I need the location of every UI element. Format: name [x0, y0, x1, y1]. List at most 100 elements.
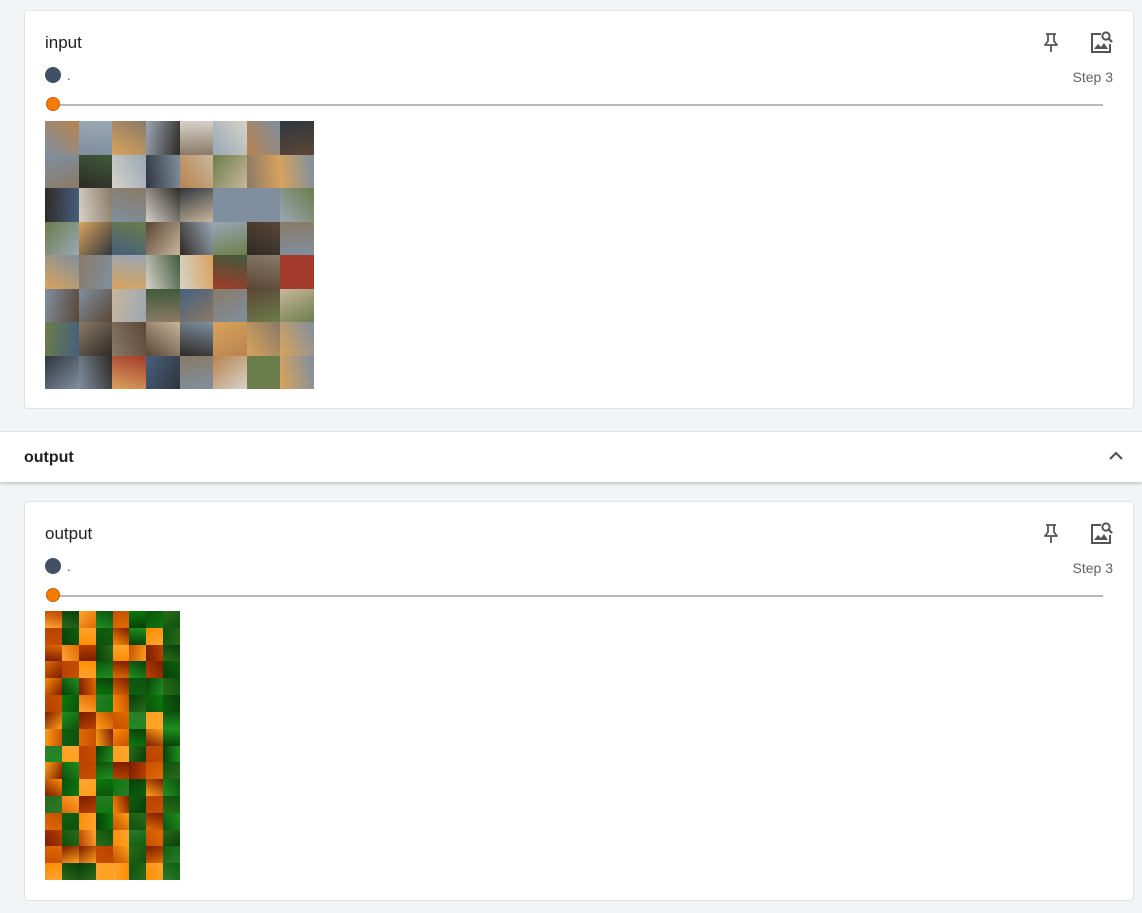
output-thumbnail: [146, 644, 164, 662]
output-thumbnail: [129, 728, 147, 746]
output-thumbnail: [163, 863, 180, 880]
card-title: output: [45, 524, 93, 543]
input-thumbnail: [246, 188, 281, 222]
output-thumbnail: [45, 728, 62, 746]
slider-track: [53, 104, 1103, 106]
output-thumbnail: [95, 695, 113, 712]
run-legend: .: [45, 558, 71, 574]
output-thumbnail: [45, 779, 62, 796]
input-thumbnail: [280, 322, 314, 356]
output-thumbnail: [112, 779, 130, 796]
input-thumbnail: [179, 288, 214, 322]
chevron-up-icon[interactable]: [1104, 444, 1128, 468]
input-thumbnail: [145, 322, 180, 356]
output-thumbnail: [95, 812, 113, 830]
input-thumbnail: [45, 221, 79, 255]
pin-button[interactable]: [1037, 29, 1065, 57]
card-title: input: [45, 33, 82, 52]
output-thumbnail: [45, 863, 62, 880]
input-thumbnail: [45, 322, 79, 356]
output-thumbnail: [78, 661, 96, 679]
input-thumbnail: [112, 355, 146, 389]
output-thumbnail: [163, 711, 180, 729]
input-thumbnail: [246, 322, 281, 356]
expand-image-button[interactable]: [1087, 29, 1115, 57]
output-thumbnail: [146, 661, 164, 679]
output-section-header[interactable]: output: [0, 431, 1142, 482]
input-thumbnail: [145, 221, 180, 255]
output-thumbnail: [61, 762, 79, 780]
output-thumbnail: [61, 711, 79, 729]
output-image-grid[interactable]: [45, 611, 180, 880]
output-thumbnail: [45, 745, 62, 763]
output-thumbnail: [129, 846, 147, 864]
output-thumbnail: [146, 779, 164, 796]
input-thumbnail: [213, 255, 247, 289]
output-thumbnail: [163, 795, 180, 813]
slider-thumb[interactable]: [46, 97, 60, 111]
output-thumbnail: [61, 627, 79, 645]
output-thumbnail: [95, 644, 113, 662]
input-thumbnail: [179, 355, 214, 389]
output-thumbnail: [129, 627, 147, 645]
input-thumbnail: [78, 355, 113, 389]
input-thumbnail: [145, 255, 180, 289]
input-thumbnail: [246, 255, 281, 289]
input-thumbnail: [213, 121, 247, 155]
output-thumbnail: [78, 695, 96, 712]
input-image-grid[interactable]: [45, 121, 314, 389]
output-thumbnail: [61, 611, 79, 628]
output-thumbnail: [95, 745, 113, 763]
pin-button[interactable]: [1037, 520, 1065, 548]
output-thumbnail: [112, 812, 130, 830]
output-thumbnail: [112, 829, 130, 847]
pin-icon: [1044, 33, 1058, 52]
output-thumbnail: [129, 644, 147, 662]
input-thumbnail: [246, 288, 281, 322]
input-thumbnail: [280, 121, 314, 155]
input-thumbnail: [179, 154, 214, 188]
output-thumbnail: [45, 812, 62, 830]
input-thumbnail: [112, 121, 146, 155]
output-thumbnail: [61, 812, 79, 830]
output-thumbnail: [61, 829, 79, 847]
input-thumbnail: [112, 221, 146, 255]
input-thumbnail: [280, 154, 314, 188]
output-thumbnail: [78, 779, 96, 796]
output-thumbnail: [78, 829, 96, 847]
output-thumbnail: [146, 695, 164, 712]
expand-image-button[interactable]: [1087, 520, 1115, 548]
output-thumbnail: [95, 711, 113, 729]
output-thumbnail: [61, 728, 79, 746]
input-thumbnail: [45, 154, 79, 188]
output-thumbnail: [61, 644, 79, 662]
run-name: .: [67, 558, 71, 574]
output-thumbnail: [146, 728, 164, 746]
input-thumbnail: [213, 221, 247, 255]
output-thumbnail: [78, 611, 96, 628]
output-thumbnail: [146, 745, 164, 763]
output-thumbnail: [146, 762, 164, 780]
output-thumbnail: [61, 695, 79, 712]
output-thumbnail: [129, 762, 147, 780]
output-thumbnail: [95, 728, 113, 746]
output-thumbnail: [61, 661, 79, 679]
output-thumbnail: [163, 661, 180, 679]
slider-thumb[interactable]: [46, 588, 60, 602]
input-thumbnail: [246, 355, 281, 389]
output-thumbnail: [78, 644, 96, 662]
output-thumbnail: [163, 627, 180, 645]
output-thumbnail: [95, 762, 113, 780]
step-slider[interactable]: [45, 96, 1103, 114]
output-thumbnail: [45, 661, 62, 679]
output-thumbnail: [129, 611, 147, 628]
output-thumbnail: [95, 661, 113, 679]
output-thumbnail: [78, 846, 96, 864]
input-thumbnail: [213, 188, 247, 222]
input-thumbnail: [78, 154, 113, 188]
output-thumbnail: [95, 779, 113, 796]
output-thumbnail: [163, 695, 180, 712]
output-thumbnail: [129, 829, 147, 847]
step-slider[interactable]: [45, 587, 1103, 605]
section-title: output: [24, 449, 74, 466]
